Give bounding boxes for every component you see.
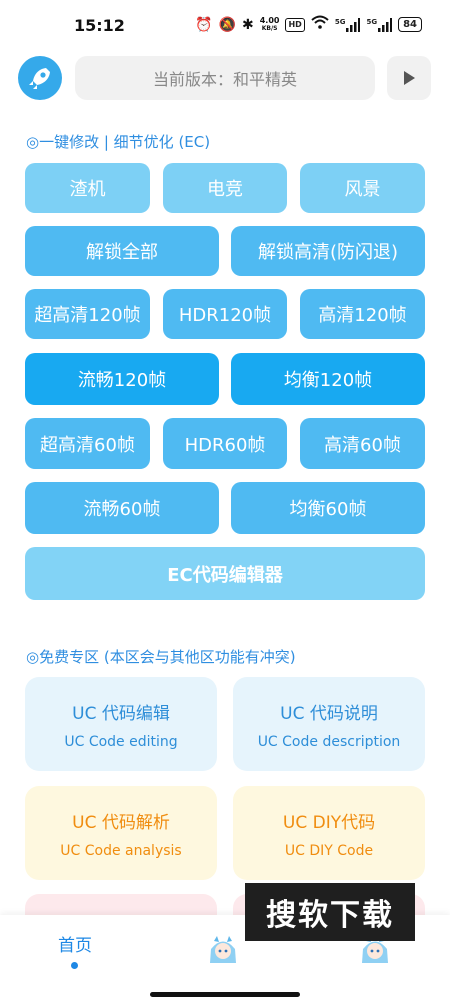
hdr-120-button[interactable]: HDR120帧 bbox=[163, 289, 287, 339]
rocket-icon bbox=[29, 68, 50, 89]
net-speed-unit: KB/S bbox=[261, 24, 278, 32]
hd-badge: HD bbox=[285, 17, 305, 32]
bluetooth-icon: ✱ bbox=[242, 16, 254, 33]
play-button[interactable] bbox=[387, 56, 431, 100]
section-title-free-zone: ◎免费专区 (本区会与其他区功能有冲突) bbox=[26, 648, 296, 666]
uhd-120-button[interactable]: 超高清120帧 bbox=[25, 289, 150, 339]
current-version-display[interactable]: 当前版本：和平精英 bbox=[75, 56, 375, 100]
card-title: UC 代码说明 bbox=[280, 703, 378, 724]
status-time: 15:12 bbox=[74, 16, 125, 35]
hd-120-button[interactable]: 高清120帧 bbox=[300, 289, 425, 339]
preset-button-dianjing[interactable]: 电竞 bbox=[163, 163, 287, 213]
ec-code-editor-button[interactable]: EC代码编辑器 bbox=[25, 547, 425, 600]
card-title: UC 代码编辑 bbox=[72, 703, 170, 724]
nav-home-tab[interactable]: 首页 bbox=[50, 931, 100, 956]
app-header: 当前版本：和平精英 bbox=[0, 54, 450, 102]
balanced-120-button[interactable]: 均衡120帧 bbox=[231, 353, 425, 405]
preset-button-fengjing[interactable]: 风景 bbox=[300, 163, 425, 213]
mute-icon: 🔕 bbox=[218, 16, 236, 33]
preset-button-zhaji[interactable]: 渣机 bbox=[25, 163, 150, 213]
network-speed: 4.00 KB/S bbox=[259, 15, 280, 33]
uc-code-edit-card[interactable]: UC 代码编辑 UC Code editing bbox=[25, 677, 217, 771]
card-subtitle: UC Code description bbox=[257, 733, 401, 750]
play-icon bbox=[404, 71, 415, 85]
card-subtitle: UC Code editing bbox=[64, 733, 178, 750]
status-bar: 15:12 ⏰ 🔕 ✱ 4.00 KB/S HD 5G 5G 84 bbox=[0, 0, 450, 52]
sim1-label: 5G bbox=[334, 17, 346, 26]
hdr-60-button[interactable]: HDR60帧 bbox=[163, 418, 287, 469]
app-logo[interactable] bbox=[18, 56, 62, 100]
sim2-label: 5G bbox=[366, 17, 378, 26]
uhd-60-button[interactable]: 超高清60帧 bbox=[25, 418, 150, 469]
card-subtitle: UC Code analysis bbox=[60, 842, 182, 859]
net-speed-value: 4.00 bbox=[259, 15, 280, 25]
balanced-60-button[interactable]: 均衡60帧 bbox=[231, 482, 425, 534]
card-title: UC 代码解析 bbox=[72, 812, 170, 833]
status-icons: ⏰ 🔕 ✱ 4.00 KB/S HD 5G 5G 84 bbox=[195, 15, 422, 34]
watermark-logo: 搜软下载 bbox=[245, 883, 415, 941]
card-title: UC DIY代码 bbox=[282, 812, 376, 833]
card-subtitle: UC DIY Code bbox=[284, 842, 374, 859]
unlock-hd-button[interactable]: 解锁高清(防闪退) bbox=[231, 226, 425, 276]
signal-icon-sim1: 5G bbox=[334, 17, 361, 32]
section-title-one-click: ◎一键修改 | 细节优化 (EC) bbox=[26, 133, 211, 151]
uc-code-analysis-card[interactable]: UC 代码解析 UC Code analysis bbox=[25, 786, 217, 880]
hd-60-button[interactable]: 高清60帧 bbox=[300, 418, 425, 469]
nav-avatar-icon[interactable] bbox=[206, 933, 240, 967]
home-indicator[interactable] bbox=[150, 992, 300, 997]
nav-active-indicator bbox=[71, 962, 78, 969]
uc-code-description-card[interactable]: UC 代码说明 UC Code description bbox=[233, 677, 425, 771]
battery-indicator: 84 bbox=[398, 17, 422, 32]
smooth-60-button[interactable]: 流畅60帧 bbox=[25, 482, 219, 534]
uc-diy-code-card[interactable]: UC DIY代码 UC DIY Code bbox=[233, 786, 425, 880]
alarm-icon: ⏰ bbox=[195, 16, 213, 33]
wifi-icon bbox=[311, 15, 329, 34]
signal-icon-sim2: 5G bbox=[366, 17, 393, 32]
smooth-120-button[interactable]: 流畅120帧 bbox=[25, 353, 219, 405]
anime-character-icon bbox=[210, 936, 236, 963]
unlock-all-button[interactable]: 解锁全部 bbox=[25, 226, 219, 276]
